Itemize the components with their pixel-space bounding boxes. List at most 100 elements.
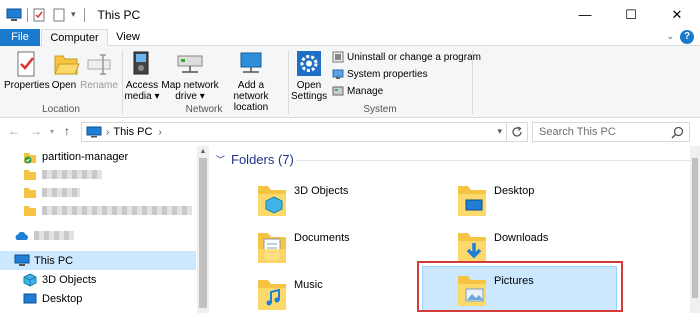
map-network-line1: Map network xyxy=(161,80,219,91)
properties-label: Properties xyxy=(4,80,50,91)
group-label-network: Network xyxy=(185,104,223,115)
rename-label: Rename xyxy=(80,80,118,91)
breadcrumb-this-pc[interactable]: This PC xyxy=(113,126,152,138)
nav-item-partition-manager[interactable]: partition-manager xyxy=(0,147,196,166)
section-divider xyxy=(296,160,692,161)
open-settings-button[interactable]: Open Settings xyxy=(291,50,327,102)
nav-item-redacted[interactable] xyxy=(0,165,196,184)
nav-scrollbar[interactable]: ▲ xyxy=(197,146,209,313)
nav-item-label: Desktop xyxy=(42,292,83,305)
properties-icon xyxy=(17,51,35,77)
crumb-separator: › xyxy=(106,126,110,138)
content-scrollbar[interactable] xyxy=(690,146,700,313)
nav-item-onedrive[interactable] xyxy=(0,226,196,245)
search-input[interactable]: Search This PC xyxy=(532,122,690,142)
search-placeholder: Search This PC xyxy=(539,126,616,138)
minimize-button[interactable]: — xyxy=(562,0,608,29)
highlight-annotation-box xyxy=(417,261,623,312)
this-pc-icon xyxy=(14,253,30,269)
title-separator xyxy=(83,7,85,22)
desktop-icon xyxy=(22,291,38,307)
open-settings-line1: Open xyxy=(296,80,322,91)
uninstall-program-button[interactable]: Uninstall or change a program xyxy=(332,49,481,65)
ribbon-collapse-icon[interactable]: ⌄ xyxy=(666,31,674,42)
rename-button[interactable]: Rename xyxy=(80,50,118,91)
redacted-text xyxy=(42,206,192,215)
nav-item-3d-objects[interactable]: 3D Objects xyxy=(0,270,196,289)
properties-button[interactable]: Properties xyxy=(4,50,50,91)
search-icon xyxy=(671,126,684,139)
nav-item-redacted[interactable] xyxy=(0,183,196,202)
scroll-up-icon[interactable]: ▲ xyxy=(197,146,209,158)
scroll-thumb[interactable] xyxy=(199,158,207,308)
folders-section-title: Folders (7) xyxy=(231,152,294,167)
folder-3d-objects[interactable]: 3D Objects xyxy=(254,176,449,220)
address-row: ← → ▾ ↑ › This PC › ▾ Search This PC xyxy=(0,118,700,146)
redacted-text xyxy=(34,231,74,240)
customize-toolbar-icon[interactable]: ▾ xyxy=(71,9,76,20)
refresh-button[interactable] xyxy=(507,122,528,142)
address-dropdown-icon[interactable]: ▾ xyxy=(497,126,502,137)
3d-objects-folder-icon xyxy=(258,186,286,216)
desktop-folder-icon xyxy=(458,186,486,216)
redacted-text xyxy=(42,170,102,179)
map-network-drive-icon xyxy=(177,55,203,73)
scroll-thumb[interactable] xyxy=(692,158,698,298)
tab-view[interactable]: View xyxy=(108,29,148,46)
folder-label: Music xyxy=(294,279,323,291)
forward-button[interactable]: → xyxy=(30,124,42,138)
manage-icon xyxy=(332,86,344,96)
close-button[interactable]: ✕ xyxy=(654,0,700,29)
open-label: Open xyxy=(51,80,77,91)
folder-icon xyxy=(22,185,38,201)
folders-section-header[interactable]: ﹀ Folders (7) xyxy=(216,152,294,167)
add-network-location-icon xyxy=(240,52,262,73)
folder-label: 3D Objects xyxy=(294,185,349,197)
help-icon[interactable]: ? xyxy=(680,30,694,44)
nav-item-desktop[interactable]: Desktop xyxy=(0,289,196,308)
access-media-button[interactable]: Access media ▾ xyxy=(124,50,160,102)
chevron-down-icon: ﹀ xyxy=(216,155,226,165)
crumb-separator: › xyxy=(158,126,162,138)
folder-desktop[interactable]: Desktop xyxy=(454,176,649,220)
recent-locations-button[interactable]: ▾ xyxy=(50,127,54,136)
group-separator xyxy=(472,50,473,114)
this-pc-crumb-icon xyxy=(86,126,102,138)
add-network-line1: Add a network xyxy=(233,80,269,102)
redacted-text xyxy=(42,188,80,197)
manage-button[interactable]: Manage xyxy=(332,83,383,99)
gear-icon xyxy=(297,51,321,76)
map-network-drive-button[interactable]: Map network drive ▾ xyxy=(160,50,220,102)
open-folder-icon xyxy=(54,55,80,75)
synced-folder-icon xyxy=(22,149,38,165)
cloud-icon xyxy=(14,228,30,244)
up-button[interactable]: ↑ xyxy=(64,124,70,138)
window-title: This PC xyxy=(97,7,141,22)
quick-access-separator xyxy=(27,7,28,22)
nav-item-redacted[interactable] xyxy=(0,201,196,220)
new-folder-quick-icon[interactable] xyxy=(53,8,65,22)
address-bar[interactable]: › This PC › ▾ xyxy=(81,122,507,142)
nav-item-label: This PC xyxy=(34,254,74,267)
system-properties-button[interactable]: System properties xyxy=(332,66,428,82)
ribbon: Properties Open Rename Location Access m… xyxy=(0,46,700,118)
properties-quick-icon[interactable] xyxy=(33,8,45,22)
maximize-button[interactable]: ☐ xyxy=(608,0,654,29)
nav-item-this-pc[interactable]: This PC xyxy=(0,251,196,270)
back-button[interactable]: ← xyxy=(8,124,20,138)
this-pc-icon[interactable] xyxy=(6,8,22,22)
uninstall-icon xyxy=(332,51,344,63)
map-network-line2: drive ▾ xyxy=(175,91,205,102)
folder-label: Documents xyxy=(294,232,350,244)
nav-item-label: 3D Objects xyxy=(42,273,97,286)
tab-computer[interactable]: Computer xyxy=(41,29,108,47)
access-media-line2: media ▾ xyxy=(124,91,160,102)
title-bar: ▾ This PC — ☐ ✕ xyxy=(0,0,700,29)
open-settings-line2: Settings xyxy=(291,91,328,102)
refresh-icon xyxy=(512,126,522,137)
tab-file[interactable]: File xyxy=(0,29,40,46)
open-button[interactable]: Open xyxy=(50,50,80,91)
access-media-icon xyxy=(133,51,149,75)
folder-label: Desktop xyxy=(494,185,535,197)
access-media-line1: Access xyxy=(125,80,159,91)
